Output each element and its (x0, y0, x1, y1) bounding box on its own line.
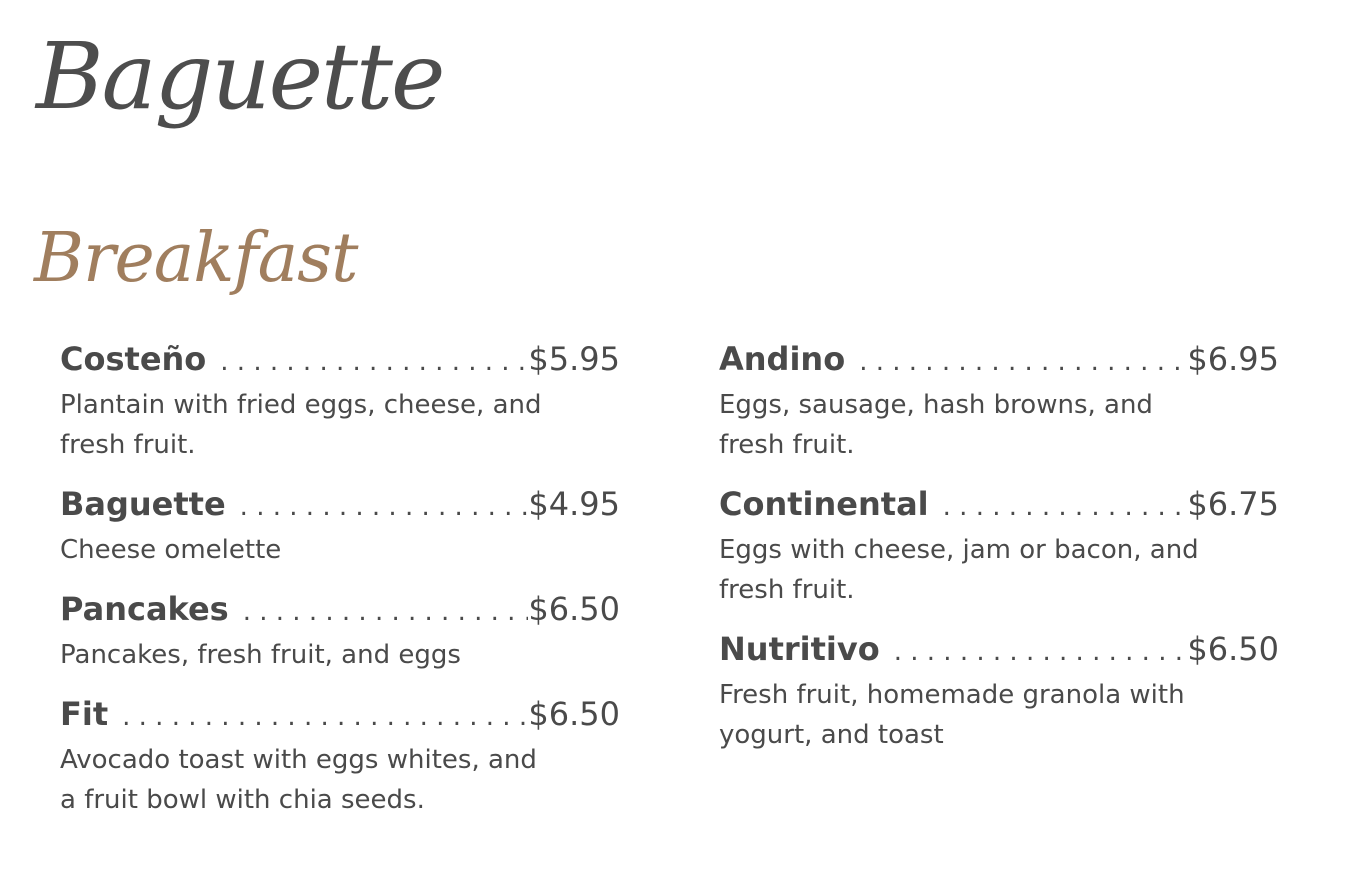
dot-leader (206, 347, 528, 377)
menu-item-andino: Andino $6.95 Eggs, sausage, hash browns,… (719, 340, 1279, 465)
menu-item-description: Cheese omelette (60, 535, 282, 565)
menu-item-pancakes: Pancakes $6.50 Pancakes, fresh fruit, an… (60, 590, 620, 675)
menu-item-continental: Continental $6.75 Eggs with cheese, jam … (719, 485, 1279, 610)
menu-item-name: Continental (719, 485, 929, 523)
menu-item-description: Pancakes, fresh fruit, and eggs (60, 640, 461, 670)
dot-leader (226, 492, 529, 522)
menu-item-price: $6.50 (528, 590, 620, 628)
menu-item-header: Nutritivo $6.50 (719, 630, 1279, 674)
menu-item-price: $4.95 (528, 485, 620, 523)
menu-item-name: Andino (719, 340, 846, 378)
menu-item-description: Plantain with fried eggs, cheese, and fr… (60, 390, 542, 460)
section-title: Breakfast (34, 219, 358, 298)
menu-item-price: $6.75 (1187, 485, 1279, 523)
menu-item-name: Pancakes (60, 590, 229, 628)
dot-leader (108, 702, 528, 732)
menu-item-description: Eggs, sausage, hash browns, and fresh fr… (719, 390, 1153, 460)
menu-item-baguette: Baguette $4.95 Cheese omelette (60, 485, 620, 570)
menu-item-header: Continental $6.75 (719, 485, 1279, 529)
menu-item-name: Fit (60, 695, 109, 733)
menu-item-description: Avocado toast with eggs whites, and a fr… (60, 745, 537, 815)
menu-item-description: Eggs with cheese, jam or bacon, and fres… (719, 535, 1199, 605)
menu-item-description: Fresh fruit, homemade granola with yogur… (719, 680, 1185, 750)
menu-item-header: Fit $6.50 (60, 695, 620, 739)
menu-item-nutritivo: Nutritivo $6.50 Fresh fruit, homemade gr… (719, 630, 1279, 755)
menu-item-price: $6.50 (528, 695, 620, 733)
menu-item-price: $6.95 (1187, 340, 1279, 378)
brand-title: Baguette (36, 23, 445, 130)
menu-item-costeno: Costeño $5.95 Plantain with fried eggs, … (60, 340, 620, 465)
menu-item-fit: Fit $6.50 Avocado toast with eggs whites… (60, 695, 620, 820)
menu-item-header: Andino $6.95 (719, 340, 1279, 384)
dot-leader (880, 637, 1188, 667)
menu-item-price: $5.95 (528, 340, 620, 378)
dot-leader (929, 492, 1188, 522)
dot-leader (845, 347, 1187, 377)
menu-column-left: Costeño $5.95 Plantain with fried eggs, … (60, 340, 620, 840)
menu-item-price: $6.50 (1187, 630, 1279, 668)
menu-item-name: Nutritivo (719, 630, 880, 668)
menu-item-header: Pancakes $6.50 (60, 590, 620, 634)
menu-column-right: Andino $6.95 Eggs, sausage, hash browns,… (719, 340, 1279, 775)
dot-leader (229, 597, 529, 627)
menu-item-header: Costeño $5.95 (60, 340, 620, 384)
menu-item-name: Costeño (60, 340, 207, 378)
menu-item-header: Baguette $4.95 (60, 485, 620, 529)
menu-item-name: Baguette (60, 485, 226, 523)
